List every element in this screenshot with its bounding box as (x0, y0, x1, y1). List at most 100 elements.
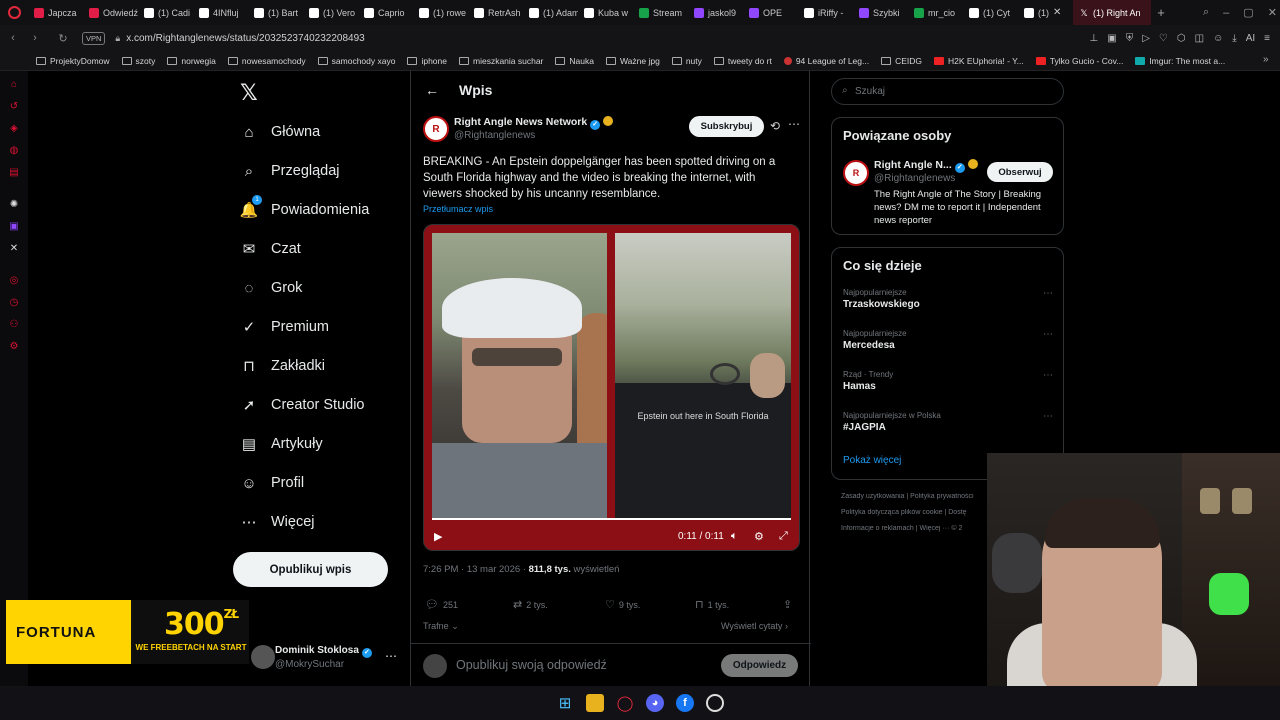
browser-tab[interactable]: iRiffy - (798, 0, 853, 25)
reply-action[interactable]: 💬︎ 251 (425, 598, 458, 611)
bookmark-action[interactable]: ⊓ 1 tys. (695, 598, 729, 611)
reload-icon[interactable]: ↻ (54, 32, 72, 45)
download-icon[interactable]: ⤓ (1232, 33, 1236, 44)
browser-tab[interactable]: RetrAsh (468, 0, 523, 25)
menu-icon[interactable]: ≡ (1264, 33, 1270, 44)
windows-start-icon[interactable]: ⊞ (556, 694, 574, 712)
search-tabs-icon[interactable]: ⌕ (1203, 6, 1209, 19)
nav-item-explore[interactable]: ⌕ Przeglądaj (240, 156, 340, 186)
nav-item-chat[interactable]: ✉ Czat (240, 234, 301, 264)
bookmark-item[interactable]: Ważne jpg (605, 56, 660, 66)
play-icon[interactable]: ▶ (434, 530, 442, 543)
browser-tab[interactable]: (1) Bart (248, 0, 303, 25)
grok-icon[interactable]: ⟲ (770, 119, 780, 133)
extensions-sidebar-icon[interactable]: ⚇ (9, 319, 20, 330)
messenger-icon[interactable]: ◍ (9, 145, 20, 156)
post-more-icon[interactable]: ⋯ (788, 117, 800, 131)
profile-icon[interactable]: ☺ (1213, 33, 1223, 44)
x-icon[interactable]: ✕ (9, 243, 20, 254)
bookmark-item[interactable]: ProjektyDomow (36, 56, 110, 66)
nav-item-creator-studio[interactable]: ➚ Creator Studio (240, 390, 365, 420)
browser-tab[interactable]: (1) Vero (303, 0, 358, 25)
nav-item-home[interactable]: ⌂ Główna (240, 117, 320, 147)
facebook-icon[interactable]: f (676, 694, 694, 712)
bookmark-item[interactable]: nuty (671, 56, 702, 66)
subscribe-button[interactable]: Subskrybuj (689, 116, 764, 137)
browser-tab[interactable]: Stream (633, 0, 688, 25)
forward-nav-icon[interactable]: › (26, 32, 44, 44)
search-input[interactable]: ⌕ Szukaj (831, 78, 1064, 105)
post-button[interactable]: Opublikuj wpis (233, 552, 388, 587)
author-name-row[interactable]: Right Angle News Network ✓ (454, 116, 614, 130)
video-player[interactable]: Epstein out here in South Florida ▶ 0:11… (423, 224, 800, 551)
author-avatar[interactable]: R (423, 116, 449, 142)
bookmark-item[interactable]: tweety do rt (713, 56, 772, 66)
author-handle[interactable]: @Rightanglenews (454, 130, 535, 141)
new-tab-button[interactable]: + (1151, 5, 1171, 20)
video-progress-bar[interactable] (432, 518, 791, 520)
trend-more-icon[interactable]: ⋯ (1043, 329, 1053, 340)
nav-item-grok[interactable]: ◌ Grok (240, 273, 303, 303)
chatgpt-icon[interactable]: ✺ (9, 199, 20, 210)
browser-tab[interactable]: (1) Adam (523, 0, 578, 25)
crypto-icon[interactable]: ◈ (9, 123, 20, 134)
close-tab-icon[interactable]: ✕ (1053, 7, 1061, 18)
lock-icon[interactable]: 🔒︎ (115, 33, 120, 44)
screenshot-icon[interactable]: ▣ (1107, 33, 1116, 44)
clock-icon[interactable]: ◷ (9, 297, 20, 308)
reply-sort-dropdown[interactable]: Trafne ⌄ (423, 621, 459, 632)
file-explorer-icon[interactable] (586, 694, 604, 712)
browser-tab[interactable]: Odwiedź (83, 0, 138, 25)
trend-item[interactable]: Rząd · Trendy Hamas ⋯ (843, 370, 1053, 400)
aria-ai-button[interactable]: AI (1246, 33, 1255, 44)
bookmark-item[interactable]: Imgur: The most a... (1135, 56, 1225, 66)
trend-more-icon[interactable]: ⋯ (1043, 288, 1053, 299)
reply-input[interactable]: Opublikuj swoją odpowiedź (456, 658, 607, 672)
follow-button[interactable]: Obserwuj (987, 162, 1053, 182)
home-icon[interactable]: ⌂ (9, 79, 20, 90)
pin-icon[interactable]: ⊥ (1090, 33, 1099, 44)
browser-tab[interactable]: (1) Cadi (138, 0, 193, 25)
account-switcher[interactable]: Dominik Stoklosa ✓ @MokrySuchar ⋯ (247, 643, 407, 675)
opera-taskbar-icon[interactable]: ◯ (616, 694, 634, 712)
nav-item-bookmarks[interactable]: ⊓ Zakładki (240, 351, 325, 381)
post-timestamp[interactable]: 7:26 PM · 13 mar 2026 · (423, 564, 526, 575)
bookmark-item[interactable]: nowesamochody (227, 56, 306, 66)
bookmark-item[interactable]: mieszkania suchar (459, 56, 543, 66)
nav-item-premium[interactable]: ✓ Premium (240, 312, 329, 342)
settings-icon[interactable]: ⚙ (754, 530, 764, 543)
bookmark-item[interactable]: norwegia (167, 56, 216, 66)
translate-link[interactable]: Przetłumacz wpis (423, 204, 493, 214)
active-tab[interactable]: 𝕏 (1) Right An (1073, 0, 1151, 25)
browser-tab[interactable]: (1) rowe (413, 0, 468, 25)
related-avatar[interactable]: R (843, 160, 869, 186)
mail-icon[interactable]: ▤ (9, 167, 20, 178)
footer-line-1[interactable]: Zasady użytkowania | Polityka prywatnośc… (841, 493, 991, 500)
bookmark-item[interactable]: iphone (407, 56, 447, 66)
browser-tab[interactable]: 4INfluj (193, 0, 248, 25)
minimize-icon[interactable]: – (1223, 7, 1229, 19)
shield-icon[interactable]: ⛨ (1126, 33, 1134, 44)
bookmark-item[interactable]: Tylko Gucio - Cov... (1035, 56, 1123, 66)
volume-icon[interactable]: 🔈︎ (731, 530, 738, 543)
fullscreen-icon[interactable]: ⤢ (779, 530, 788, 543)
twitch-icon[interactable]: ▣ (9, 221, 20, 232)
browser-tab[interactable]: mr_cio (908, 0, 963, 25)
trend-more-icon[interactable]: ⋯ (1043, 370, 1053, 381)
bookmark-item[interactable]: H2K EUphoria! - Y... (934, 56, 1024, 66)
related-name-row[interactable]: Right Angle N... ✓ (874, 159, 978, 173)
obs-icon[interactable] (706, 694, 724, 712)
extensions-icon[interactable]: ⬡ (1177, 33, 1186, 44)
wallet-icon[interactable]: ◫ (1195, 33, 1204, 44)
back-nav-icon[interactable]: ‹ (4, 32, 22, 44)
trend-item[interactable]: Najpopularniejsze Mercedesa ⋯ (843, 329, 1053, 359)
view-quotes-link[interactable]: Wyświetl cytaty › (721, 621, 788, 631)
reply-button[interactable]: Odpowiedz (721, 654, 798, 677)
opera-logo-icon[interactable] (0, 0, 28, 25)
nav-item-notifications[interactable]: 🔔 Powiadomienia 1 (240, 195, 369, 225)
gear-icon[interactable]: ⚙ (9, 341, 20, 352)
nav-item-more[interactable]: ⋯ Więcej (240, 507, 315, 537)
close-window-icon[interactable]: ✕ (1268, 6, 1277, 19)
nav-item-articles[interactable]: ▤ Artykuły (240, 429, 323, 459)
url-field[interactable]: x.com/Rightanglenews/status/203252374023… (126, 33, 365, 44)
